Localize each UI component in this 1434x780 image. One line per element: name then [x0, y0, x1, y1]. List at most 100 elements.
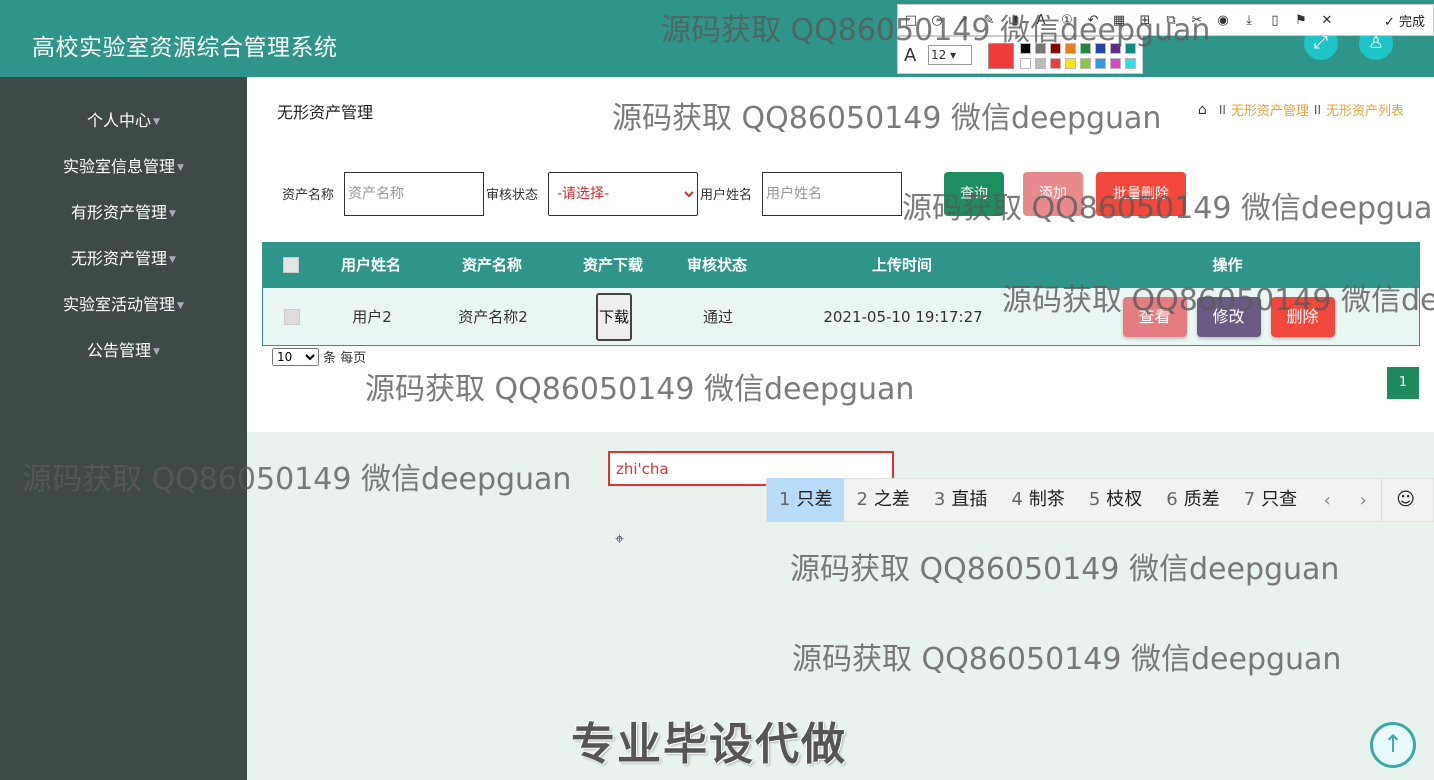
user-name-input[interactable]	[762, 172, 902, 216]
caret-down-icon: ▼	[169, 208, 176, 219]
watermark: 源码获取 QQ86050149 微信deepguan	[661, 13, 1211, 48]
column-header: 资产下载	[582, 256, 643, 274]
candidate-word: 只查	[1261, 489, 1298, 510]
sidebar-item-intangible-assets[interactable]: 无形资产管理 ▼	[0, 247, 247, 271]
download-button[interactable]: 下载	[596, 292, 632, 341]
page-size-control: 10 条 每页	[272, 347, 366, 366]
color-swatch[interactable]	[1110, 58, 1121, 69]
sidebar-item-announcements[interactable]: 公告管理 ▼	[0, 339, 247, 363]
user-name-label: 用户姓名	[700, 188, 753, 203]
candidate-word: 质差	[1183, 489, 1220, 510]
record-icon[interactable]: ◉	[1210, 13, 1236, 28]
row-checkbox[interactable]	[283, 308, 300, 325]
emoji-icon[interactable]: ☺	[1381, 478, 1429, 522]
candidate-number: 5	[1088, 489, 1101, 510]
ime-candidate[interactable]: 5 枝杈	[1077, 478, 1154, 522]
color-swatch[interactable]	[1050, 58, 1061, 69]
sidebar-item-label: 无形资产管理	[71, 249, 168, 268]
candidate-word: 之差	[873, 489, 910, 510]
select-all-cell	[262, 242, 319, 287]
scroll-to-top-icon[interactable]: ↑	[1370, 722, 1416, 768]
check-icon: ✓	[1383, 14, 1395, 30]
sidebar-item-label: 实验室活动管理	[63, 295, 176, 314]
breadcrumb-item[interactable]: 无形资产列表	[1326, 100, 1404, 119]
sidebar-item-label: 实验室信息管理	[63, 157, 176, 176]
ime-prev-icon[interactable]: ‹	[1309, 490, 1345, 511]
crosshair-cursor-icon: ⌖	[615, 529, 625, 548]
candidate-word: 只差	[796, 489, 833, 510]
font-size-value: 12	[931, 48, 947, 62]
download-icon[interactable]: ⤓	[1236, 13, 1262, 28]
caret-down-icon: ▼	[169, 254, 176, 265]
close-icon[interactable]: ✕	[1314, 13, 1340, 28]
watermark: 源码获取 QQ86050149 微信deepguan	[902, 191, 1434, 226]
page-title: 无形资产管理	[277, 103, 374, 122]
asset-name-label: 资产名称	[282, 188, 335, 203]
column-header: 审核状态	[686, 256, 747, 274]
color-swatch[interactable]	[1020, 58, 1031, 69]
asset-name-input[interactable]	[344, 172, 484, 216]
promo-banner: 专业毕设代做	[571, 719, 847, 770]
color-swatch[interactable]	[1035, 58, 1046, 69]
sidebar-item-label: 个人中心	[87, 111, 152, 130]
color-swatch[interactable]	[1125, 58, 1136, 69]
caret-down-icon: ▼	[153, 116, 160, 127]
review-status-label: 审核状态	[486, 188, 539, 203]
ime-candidate-bar: 1 只差 2 之差 3 直插 4 制茶 5 枝杈 6 质差 7 只查 ‹ › ☺	[766, 478, 1434, 522]
ime-candidate[interactable]: 6 质差	[1154, 478, 1231, 522]
column-header: 资产名称	[461, 256, 522, 274]
user-cell: 用户2	[352, 308, 392, 326]
color-swatch[interactable]	[1065, 58, 1076, 69]
ime-candidate[interactable]: 2 之差	[844, 478, 921, 522]
sidebar-item-lab-info[interactable]: 实验室信息管理 ▼	[0, 155, 247, 179]
color-swatch[interactable]	[1080, 58, 1091, 69]
phone-icon[interactable]: ▯	[1262, 13, 1288, 28]
candidate-number: 6	[1166, 489, 1178, 510]
breadcrumb: ⌂ II 无形资产管理 II 无形资产列表	[1198, 100, 1404, 120]
candidate-number: 2	[856, 489, 868, 510]
sidebar-item-lab-activities[interactable]: 实验室活动管理 ▼	[0, 293, 247, 317]
page-number-button[interactable]: 1	[1387, 367, 1419, 399]
caret-down-icon: ▼	[177, 300, 184, 311]
ime-candidate[interactable]: 1 只差	[767, 478, 845, 522]
breadcrumb-item[interactable]: 无形资产管理	[1231, 100, 1309, 119]
done-label: 完成	[1398, 14, 1425, 30]
breadcrumb-separator: II	[1218, 102, 1226, 117]
per-page-text: 条 每页	[323, 351, 367, 366]
candidate-word: 枝杈	[1106, 489, 1143, 510]
time-cell: 2021-05-10 19:17:27	[823, 307, 983, 326]
app-title: 高校实验室资源综合管理系统	[32, 35, 338, 61]
ime-candidate[interactable]: 7 只查	[1232, 478, 1309, 522]
breadcrumb-separator: II	[1313, 102, 1321, 117]
candidate-number: 3	[933, 489, 946, 510]
column-header: 上传时间	[871, 256, 932, 274]
watermark: 源码获取 QQ86050149 微信deepguan	[365, 372, 915, 407]
candidate-word: 直插	[951, 489, 988, 510]
sidebar: 个人中心 ▼ 实验室信息管理 ▼ 有形资产管理 ▼ 无形资产管理 ▼ 实验室活动管理 ▼ …	[0, 77, 247, 780]
select-all-checkbox[interactable]	[282, 256, 299, 273]
watermark: 源码获取 QQ86050149 微信deepguan	[612, 101, 1162, 136]
ime-candidate[interactable]: 3 直插	[922, 478, 999, 522]
status-cell: 通过	[702, 308, 733, 326]
review-status-select[interactable]: -请选择-	[548, 172, 698, 216]
home-icon[interactable]: ⌂	[1198, 102, 1214, 118]
bookmark-icon[interactable]: ⚑	[1288, 13, 1314, 28]
color-swatch[interactable]	[1095, 58, 1106, 69]
watermark: 源码获取 QQ86050149 微信deepguan	[22, 462, 572, 497]
column-header: 用户姓名	[340, 256, 401, 274]
caret-down-icon: ▼	[177, 162, 184, 173]
ime-candidate[interactable]: 4 制茶	[999, 478, 1076, 522]
sidebar-item-personal[interactable]: 个人中心 ▼	[0, 109, 247, 133]
candidate-number: 7	[1243, 489, 1256, 510]
page-size-select[interactable]: 10	[272, 347, 319, 366]
done-button[interactable]: ✓ 完成	[1384, 11, 1425, 30]
sidebar-item-tangible-assets[interactable]: 有形资产管理 ▼	[0, 201, 247, 225]
sidebar-item-label: 有形资产管理	[71, 203, 168, 222]
ime-next-icon[interactable]: ›	[1345, 490, 1381, 511]
watermark: 源码获取 QQ86050149 微信deepguan	[792, 642, 1342, 677]
candidate-word: 制茶	[1028, 489, 1065, 510]
candidate-number: 4	[1011, 489, 1023, 510]
download-cell: 下载	[562, 288, 666, 345]
row-select-cell	[263, 288, 320, 345]
watermark: 源码获取 QQ86050149 微信deepguan	[790, 552, 1340, 587]
